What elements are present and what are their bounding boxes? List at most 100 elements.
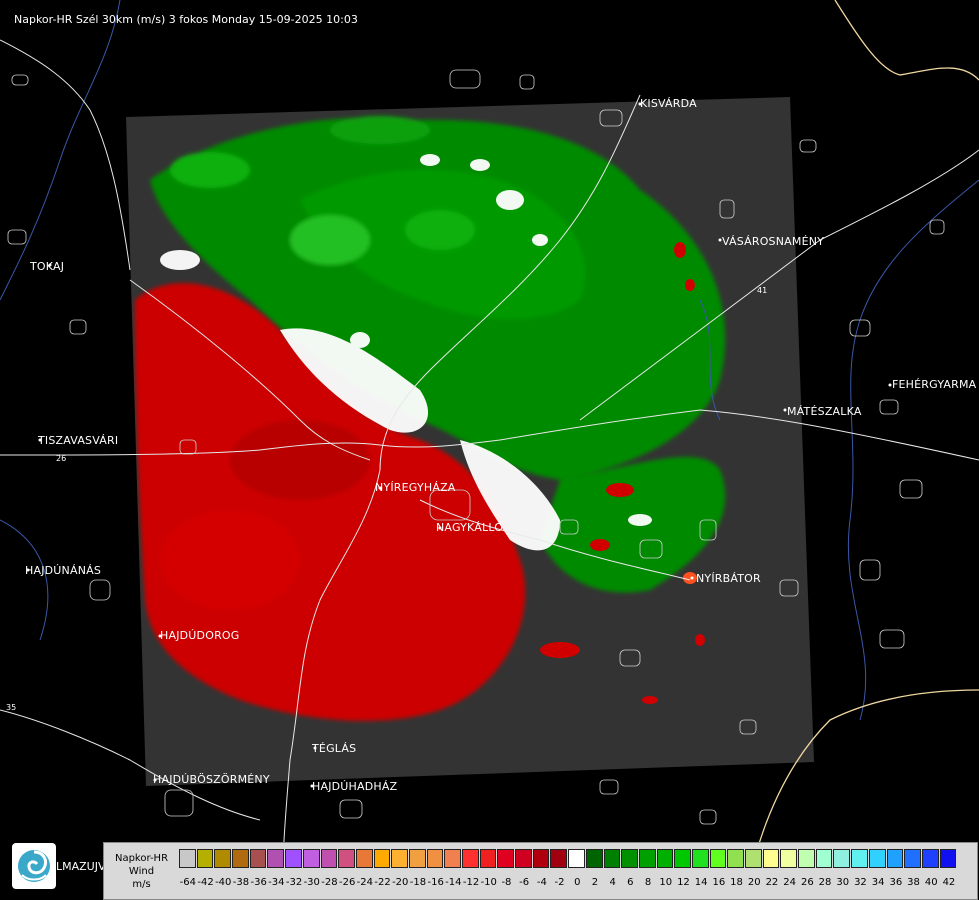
legend-swatch (444, 849, 461, 868)
legend-tick: 22 (765, 877, 779, 888)
city-label-mateszalka: MÁTÉSZALKA (787, 405, 862, 418)
city-label-hajduhadhaz: HAJDÚHADHÁZ (312, 780, 398, 793)
legend-swatch (674, 849, 691, 868)
orange-speck (683, 572, 697, 584)
legend-line-2: Wind (128, 865, 155, 877)
legend-tick: -20 (392, 877, 409, 888)
legend-tick: -4 (536, 877, 547, 888)
legend-swatch (355, 849, 373, 868)
legend-swatch (638, 849, 656, 868)
city-label-nyiregyhaza: NYÍREGYHÁZA (375, 481, 456, 494)
legend-swatch (851, 849, 868, 868)
legend-swatch (886, 849, 904, 868)
legend-tick: 2 (591, 877, 599, 888)
legend-swatch (391, 849, 408, 868)
city-label-hajdudorog: HAJDÚDOROG (160, 629, 240, 642)
road-number-35: 35 (6, 703, 16, 712)
city-label-tokaj: TOKAJ (30, 260, 65, 273)
city-label-fehergyarmat: FEHÉRGYARMA (892, 378, 977, 391)
legend-swatch (267, 849, 285, 868)
legend-tick: -28 (321, 877, 338, 888)
legend-tick: 10 (659, 877, 673, 888)
legend-swatch (780, 849, 798, 868)
legend-tick: 20 (747, 877, 761, 888)
legend-tick: -16 (427, 877, 444, 888)
legend-swatch (426, 849, 444, 868)
legend-swatch (621, 849, 638, 868)
legend-tick: -6 (519, 877, 530, 888)
legend-tick: 26 (800, 877, 814, 888)
legend-tick: -42 (197, 877, 214, 888)
legend-tick: 30 (836, 877, 850, 888)
city-label-hajduboszormeny: HAJDÚBÖSZÖRMÉNY (153, 773, 270, 786)
city-label-kisvarda: KISVÁRDA (640, 97, 697, 110)
legend-tick: -36 (250, 877, 267, 888)
legend-tick: -12 (462, 877, 480, 888)
legend-tick: -32 (285, 877, 303, 888)
legend-tick: 4 (609, 877, 616, 888)
radar-map: 26 35 41 (0, 0, 979, 900)
legend-tick: -26 (338, 877, 356, 888)
legend-swatch (921, 849, 939, 868)
wind-legend: Napkor-HR Wind m/s -64 -42 -40 -38 -36 -34 -32… (103, 842, 978, 900)
legend-tick: -8 (501, 877, 512, 888)
legend-swatch (232, 849, 249, 868)
legend-swatch (515, 849, 532, 868)
legend-swatch (815, 849, 833, 868)
legend-tick: -18 (409, 877, 427, 888)
city-label-tiszavasvari: TISZAVASVÁRI (38, 434, 119, 447)
legend-tick: 42 (942, 877, 956, 888)
legend-tick: -40 (215, 877, 232, 888)
city-label-nyirbator: NYÍRBÁTOR (696, 572, 761, 585)
legend-tick: 36 (889, 877, 903, 888)
legend-tick: -24 (356, 877, 374, 888)
legend-tick: 34 (871, 877, 885, 888)
city-label-hajdunanas: HAJDÚNÁNÁS (25, 564, 102, 577)
legend-tick: -64 (179, 877, 197, 888)
swirl-logo-icon (18, 850, 50, 882)
legend-swatch (285, 849, 302, 868)
legend-tick: -22 (374, 877, 391, 888)
legend-swatch (462, 849, 479, 868)
legend-label: Napkor-HR Wind m/s (104, 843, 179, 899)
legend-swatch (691, 849, 709, 868)
legend-tick: 38 (907, 877, 920, 888)
radar-map-view: 26 35 41 Napkor-HR Szél 30km (m/s) 3 fok… (0, 0, 979, 900)
legend-swatch (762, 849, 780, 868)
legend-line-3: m/s (132, 878, 151, 890)
legend-tick: -34 (268, 877, 285, 888)
legend-tick: 6 (627, 877, 634, 888)
legend-swatch (179, 849, 196, 868)
map-title: Napkor-HR Szél 30km (m/s) 3 fokos Monday… (14, 13, 358, 26)
legend-swatch (249, 849, 267, 868)
legend-tick: 40 (924, 877, 938, 888)
legend-swatch (550, 849, 568, 868)
legend-tick: -38 (232, 877, 250, 888)
legend-swatch (727, 849, 744, 868)
legend-swatch (709, 849, 727, 868)
legend-swatch (868, 849, 886, 868)
legend-swatches (179, 849, 957, 869)
legend-tick: 12 (677, 877, 690, 888)
legend-tick: -2 (554, 877, 565, 888)
legend-swatch (603, 849, 621, 868)
legend-tick: 16 (712, 877, 726, 888)
legend-tick: -30 (303, 877, 320, 888)
legend-tick: 14 (694, 877, 708, 888)
legend-swatch (214, 849, 232, 868)
legend-swatch (656, 849, 674, 868)
legend-swatch (408, 849, 426, 868)
legend-swatch (196, 849, 214, 868)
legend-tick: 0 (574, 877, 581, 888)
legend-tick: -10 (480, 877, 497, 888)
legend-swatch (745, 849, 762, 868)
road-number-26: 26 (56, 454, 66, 463)
city-label-vasarosnameny: VÁSÁROSNAMÉNY (722, 235, 825, 248)
legend-swatch (338, 849, 355, 868)
legend-swatch (939, 849, 957, 868)
legend-swatch (532, 849, 550, 868)
legend-swatch (373, 849, 391, 868)
legend-tick: 8 (644, 877, 652, 888)
legend-swatch (320, 849, 338, 868)
city-label-teglas: TÉGLÁS (312, 742, 357, 755)
